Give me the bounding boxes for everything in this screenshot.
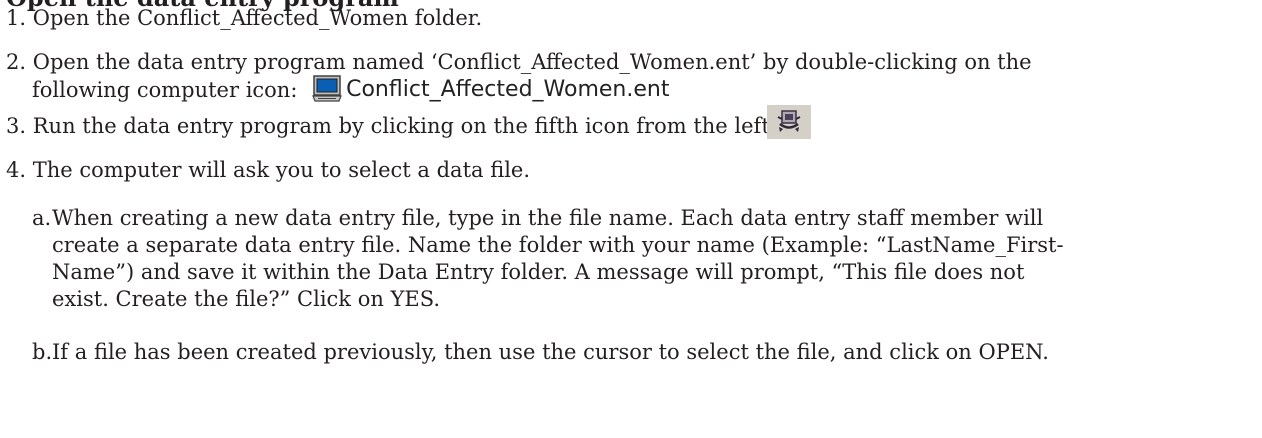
run-icon-graphic — [777, 110, 801, 132]
substep-line: create a separate data entry file. Name … — [52, 233, 1064, 257]
substep-line: Name”) and save it within the Data Entry… — [52, 260, 1025, 284]
substep-label: b. — [32, 340, 53, 364]
step-text: Open the data entry program named ‘Confl… — [32, 50, 1032, 74]
step-4: 4. The computer will ask you to select a… — [6, 157, 530, 184]
step-number: 2. — [6, 50, 27, 74]
substep-label: a. — [32, 206, 52, 230]
substep-a: a.When creating a new data entry file, t… — [32, 205, 1212, 313]
substep-line: When creating a new data entry file, typ… — [52, 206, 1044, 230]
step-text: Run the data entry program by clicking o… — [32, 114, 777, 138]
run-program-icon — [767, 105, 811, 139]
substep-b: b.If a file has been created previously,… — [32, 339, 1212, 366]
step-text: The computer will ask you to select a da… — [32, 158, 531, 182]
step-text: Open the Conflict_Affected_Women folder. — [32, 6, 483, 30]
step-text-continued: following computer icon: — [32, 78, 298, 102]
computer-icon — [312, 75, 342, 102]
step-1: 1. Open the Conflict_Affected_Women fold… — [6, 5, 482, 32]
step-3: 3. Run the data entry program by clickin… — [6, 113, 777, 140]
substep-line: If a file has been created previously, t… — [52, 340, 1049, 364]
step-number: 1. — [6, 6, 27, 30]
substep-line: exist. Create the file?” Click on YES. — [52, 287, 441, 311]
program-file-label: Conflict_Affected_Women.ent — [346, 77, 670, 102]
step-2: 2. Open the data entry program named ‘Co… — [6, 49, 1032, 76]
step-number: 4. — [6, 158, 27, 182]
step-number: 3. — [6, 114, 27, 138]
program-file-icon: Conflict_Affected_Women.ent — [312, 75, 669, 103]
step-2-continuation: following computer icon: Conflict_Affect… — [32, 75, 669, 104]
